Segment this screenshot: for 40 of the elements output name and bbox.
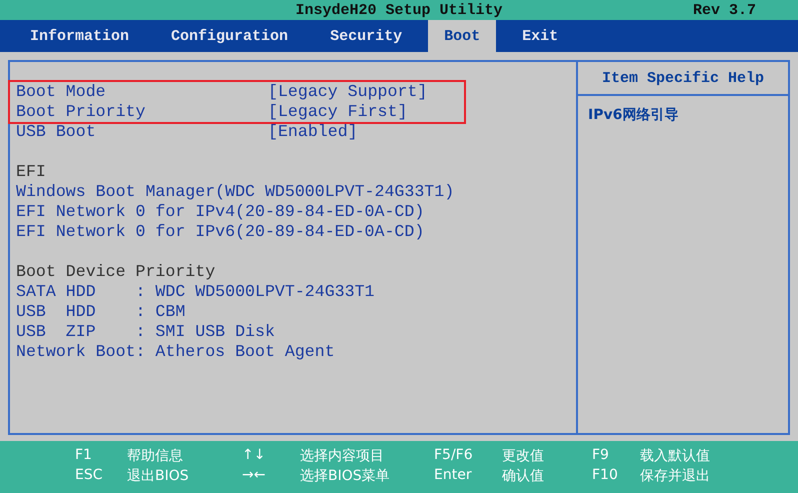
key-action: 更改值 xyxy=(502,447,545,466)
key-name: F10 xyxy=(592,467,619,485)
revision-label: Rev 3.7 xyxy=(692,2,756,18)
key-action: 选择内容项目 xyxy=(300,447,385,466)
setting-value[interactable]: [Enabled] xyxy=(268,122,358,142)
help-title: Item Specific Help xyxy=(578,62,788,96)
key-name: Enter xyxy=(434,467,473,485)
boot-entry[interactable]: USB HDD : CBM xyxy=(16,302,576,322)
menu-tab[interactable]: Boot xyxy=(428,20,496,52)
boot-entry[interactable]: EFI Network 0 for IPv4(20-89-84-ED-0A-CD) xyxy=(16,202,576,222)
setting-label[interactable]: USB Boot xyxy=(16,122,268,142)
key-action: 载入默认值 xyxy=(640,447,711,466)
key-name: F1 xyxy=(75,447,93,465)
key-action: 确认值 xyxy=(502,467,545,486)
key-action: 帮助信息 xyxy=(127,447,184,466)
key-name: F5/F6 xyxy=(434,447,474,465)
key-name: →← xyxy=(242,467,266,485)
setting-value[interactable]: [Legacy First] xyxy=(268,102,408,122)
boot-entry[interactable]: Windows Boot Manager(WDC WD5000LPVT-24G33T1) xyxy=(16,182,576,202)
menu-tab[interactable]: Information xyxy=(14,20,146,52)
section-heading: Boot Device Priority xyxy=(16,262,216,282)
key-action: 保存并退出 xyxy=(640,467,711,486)
help-text: IPv6网络引导 xyxy=(587,106,680,125)
window-title: InsydeH20 Setup Utility xyxy=(295,2,503,18)
key-name: F9 xyxy=(592,447,610,465)
menu-tab[interactable]: Security xyxy=(314,20,418,52)
menu-tab[interactable]: Configuration xyxy=(155,20,304,52)
boot-entry[interactable]: EFI Network 0 for IPv6(20-89-84-ED-0A-CD) xyxy=(16,222,576,242)
menu-tab[interactable]: Exit xyxy=(506,20,574,52)
boot-entry[interactable]: Network Boot: Atheros Boot Agent xyxy=(16,342,576,362)
key-name: ESC xyxy=(75,467,104,485)
key-name: ↑↓ xyxy=(242,447,266,465)
setting-label[interactable]: Boot Mode xyxy=(16,82,268,102)
setting-label[interactable]: Boot Priority xyxy=(16,102,268,122)
setting-value[interactable]: [Legacy Support] xyxy=(268,82,428,102)
boot-entry[interactable]: USB ZIP : SMI USB Disk xyxy=(16,322,576,342)
key-action: 退出BIOS xyxy=(127,467,190,486)
section-heading: EFI xyxy=(16,162,47,182)
boot-entry[interactable]: SATA HDD : WDC WD5000LPVT-24G33T1 xyxy=(16,282,576,302)
key-action: 选择BIOS菜单 xyxy=(300,467,391,486)
